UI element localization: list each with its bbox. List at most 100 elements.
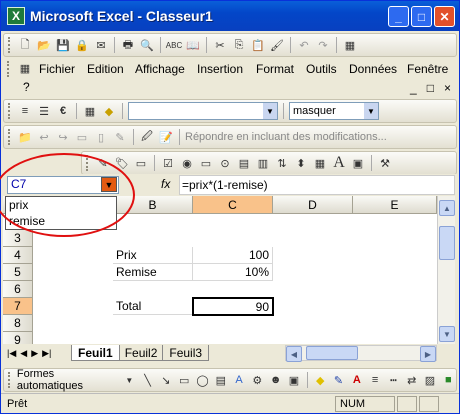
review-icon-3[interactable]: ↪ (55, 129, 71, 145)
borders-icon[interactable]: ▦ (82, 103, 98, 119)
currency-icon[interactable]: € (55, 103, 71, 119)
open-icon[interactable]: 📂 (36, 37, 52, 53)
tab-feuil3[interactable]: Feuil3 (162, 345, 210, 361)
menu-help[interactable]: ? (23, 80, 30, 94)
name-list-item-prix[interactable]: prix (6, 197, 116, 213)
next-sheet-icon[interactable]: ▶ (31, 348, 38, 359)
menu-edition[interactable]: Edition (87, 62, 124, 76)
review-icon-7[interactable]: 🖉 (139, 129, 155, 145)
scroll-down-icon[interactable]: ▼ (439, 326, 455, 342)
row-header-9[interactable]: 9 (3, 332, 33, 344)
formula-input[interactable]: =prix*(1-remise) (179, 175, 455, 195)
review-icon-6[interactable]: ✎ (112, 129, 128, 145)
review-icon-5[interactable]: ▯ (93, 129, 109, 145)
cell-b7[interactable]: Total (113, 298, 193, 315)
cell-c7[interactable]: 90 (192, 297, 274, 316)
scroll-up-icon[interactable]: ▲ (439, 200, 455, 216)
3d-icon[interactable]: ■ (441, 372, 456, 388)
text-icon[interactable]: A (331, 154, 347, 171)
font-color-icon[interactable]: A (349, 372, 364, 388)
edit-box-icon[interactable]: ▭ (133, 155, 149, 171)
line-icon[interactable]: ╲ (140, 372, 155, 388)
save-icon[interactable]: 💾 (55, 37, 71, 53)
maximize-button[interactable]: □ (411, 6, 432, 27)
vertical-scroll-thumb[interactable] (439, 226, 455, 260)
toolbar-grip[interactable] (8, 372, 12, 388)
excel-app-icon[interactable]: X (7, 7, 25, 25)
vertical-scrollbar[interactable]: ▲ ▼ (437, 196, 455, 344)
redo-icon[interactable]: ↷ (315, 37, 331, 53)
line-style-icon[interactable]: ≡ (367, 372, 382, 388)
rectangle-icon[interactable]: ▭ (177, 372, 192, 388)
chevron-down-icon[interactable]: ▼ (364, 103, 378, 119)
insert-function-icon[interactable]: fx (161, 177, 170, 191)
dash-style-icon[interactable]: ┅ (386, 372, 401, 388)
fill-color-icon[interactable]: ◆ (313, 372, 328, 388)
line-color-icon[interactable]: ✎ (331, 372, 346, 388)
cell-c5[interactable]: 10% (193, 264, 273, 281)
format-painter-icon[interactable]: 🖌 (269, 37, 285, 53)
name-list-item-remise[interactable]: remise (6, 213, 116, 229)
style-dropdown[interactable]: masquer ▼ (289, 102, 379, 120)
print-preview-icon[interactable]: 🔍 (139, 37, 155, 53)
doc-minimize-button[interactable]: _ (410, 81, 417, 95)
spelling-icon[interactable]: ABC (166, 37, 182, 53)
toolbar-grip[interactable] (8, 37, 12, 53)
fill-color-icon[interactable]: ◆ (101, 103, 117, 119)
cell-b5[interactable]: Remise (113, 264, 193, 281)
paste-icon[interactable]: 📋 (250, 37, 266, 53)
row-header-7[interactable]: 7 (3, 298, 33, 315)
checkbox-icon[interactable]: ☑ (160, 155, 176, 171)
title-bar[interactable]: X Microsoft Excel - Classeur1 _ □ ✕ (1, 1, 459, 31)
row-header-4[interactable]: 4 (3, 247, 33, 264)
column-header-d[interactable]: D (273, 196, 353, 214)
autoshapes-menu[interactable]: Formes automatiques (17, 368, 119, 392)
excel-doc-icon[interactable]: ▦ (342, 37, 358, 53)
row-header-8[interactable]: 8 (3, 315, 33, 332)
doc-close-button[interactable]: × (444, 81, 451, 95)
column-header-e[interactable]: E (353, 196, 437, 214)
image-icon[interactable]: ▣ (350, 155, 366, 171)
chevron-down-icon[interactable]: ▼ (263, 103, 277, 119)
menubar-grip[interactable] (7, 61, 11, 77)
close-button[interactable]: ✕ (434, 6, 455, 27)
row-header-3[interactable]: 3 (3, 230, 33, 247)
copy-icon[interactable]: ⎘ (231, 37, 247, 53)
row-header-5[interactable]: 5 (3, 264, 33, 281)
combo-box-icon[interactable]: ▥ (255, 155, 271, 171)
first-sheet-icon[interactable]: |◀ (7, 348, 16, 359)
toolbar-grip[interactable] (8, 103, 12, 119)
workbook-icon[interactable]: ▦ (17, 60, 33, 76)
toolbar-grip[interactable] (86, 155, 90, 171)
toolbar-grip[interactable] (8, 129, 12, 145)
menu-format[interactable]: Format (256, 62, 294, 76)
diagram-icon[interactable]: ⚙ (250, 372, 265, 388)
permission-icon[interactable]: 🔒 (74, 37, 90, 53)
option-button-icon[interactable]: ◉ (179, 155, 195, 171)
menu-affichage[interactable]: Affichage (135, 62, 185, 76)
cut-icon[interactable]: ✂ (212, 37, 228, 53)
horizontal-scroll-thumb[interactable] (306, 346, 358, 360)
tab-feuil1[interactable]: Feuil1 (71, 345, 120, 361)
column-header-c[interactable]: C (193, 196, 273, 214)
menu-outils[interactable]: Outils (306, 62, 337, 76)
label-icon[interactable]: 🏷 (114, 155, 130, 171)
align-left-icon[interactable]: ≡ (17, 103, 33, 119)
control-properties-icon[interactable]: ▦ (312, 155, 328, 171)
shadow-icon[interactable]: ▨ (422, 372, 437, 388)
arrow-style-icon[interactable]: ⇄ (404, 372, 419, 388)
list-box-icon[interactable]: ▤ (236, 155, 252, 171)
research-icon[interactable]: 📖 (185, 37, 201, 53)
tools-icon[interactable]: ⚒ (377, 155, 393, 171)
undo-icon[interactable]: ↶ (296, 37, 312, 53)
review-icon-2[interactable]: ↩ (36, 129, 52, 145)
horizontal-scrollbar[interactable]: ◀ ▶ (285, 345, 437, 362)
review-icon-4[interactable]: ▭ (74, 129, 90, 145)
scroll-left-icon[interactable]: ◀ (286, 346, 302, 362)
minimize-button[interactable]: _ (388, 6, 409, 27)
chevron-down-icon[interactable]: ▼ (122, 372, 137, 388)
prev-sheet-icon[interactable]: ◀ (20, 348, 27, 359)
name-box-dropdown-icon[interactable]: ▼ (101, 177, 117, 192)
align-justify-icon[interactable]: ☰ (36, 103, 52, 119)
font-dropdown[interactable]: ▼ (128, 102, 278, 120)
